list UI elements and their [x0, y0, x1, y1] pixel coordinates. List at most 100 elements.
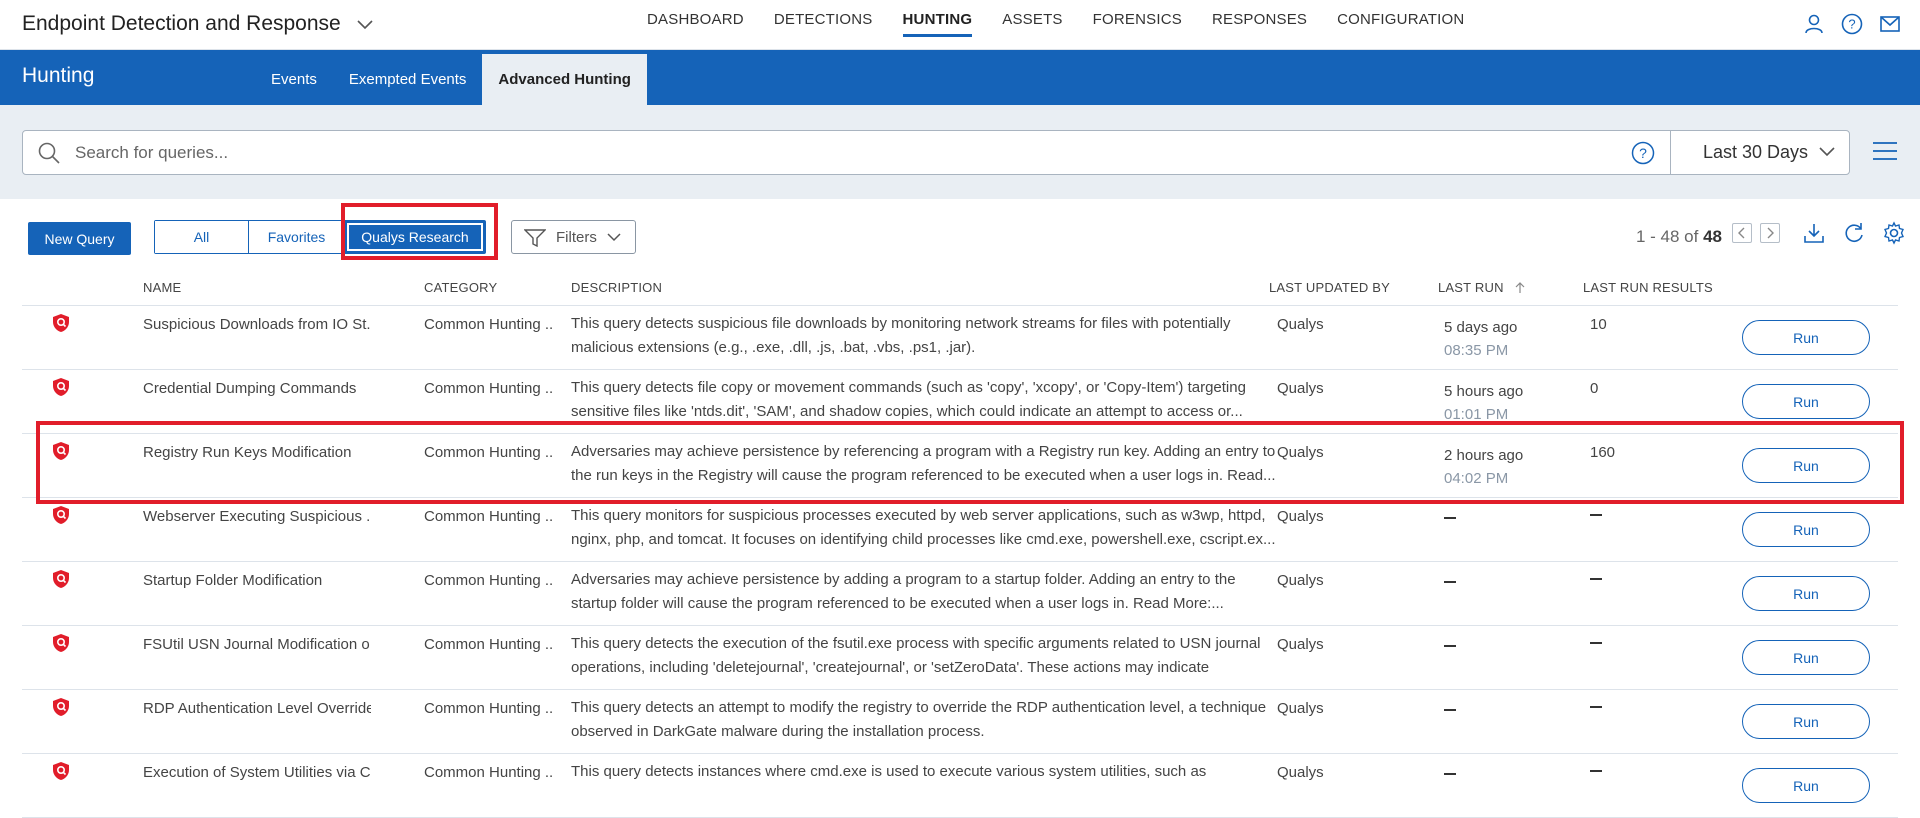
top-bar: Endpoint Detection and Response DASHBOAR…: [0, 0, 1920, 50]
segment-qualys-research[interactable]: Qualys Research: [345, 221, 485, 253]
col-last-run[interactable]: LAST RUN: [1438, 280, 1525, 295]
col-category[interactable]: CATEGORY: [424, 280, 497, 295]
query-name[interactable]: Credential Dumping Commands: [143, 380, 371, 397]
query-updated-by: Qualys: [1277, 508, 1324, 525]
table-row[interactable]: Suspicious Downloads from IO St... Commo…: [22, 306, 1898, 370]
segment-all[interactable]: All: [155, 221, 249, 253]
run-button[interactable]: Run: [1742, 640, 1870, 675]
query-last-run: [1444, 508, 1456, 531]
query-name[interactable]: Webserver Executing Suspicious ...: [143, 508, 371, 525]
query-updated-by: Qualys: [1277, 700, 1324, 717]
menu-icon[interactable]: [1872, 141, 1898, 166]
app-switcher[interactable]: Endpoint Detection and Response: [22, 12, 373, 36]
run-button[interactable]: Run: [1742, 704, 1870, 739]
tab-events[interactable]: Events: [255, 54, 333, 105]
search-icon: [37, 141, 61, 170]
mail-icon[interactable]: [1878, 12, 1902, 36]
query-category: Common Hunting ...: [424, 508, 554, 525]
filters-label: Filters: [556, 228, 597, 246]
help-icon[interactable]: ?: [1840, 12, 1864, 36]
query-category: Common Hunting ...: [424, 764, 554, 781]
query-category: Common Hunting ...: [424, 636, 554, 653]
query-name[interactable]: FSUtil USN Journal Modification o...: [143, 636, 371, 653]
table-row[interactable]: FSUtil USN Journal Modification o... Com…: [22, 626, 1898, 690]
table-row[interactable]: Startup Folder Modification Common Hunti…: [22, 562, 1898, 626]
empty-dash: [1444, 581, 1456, 584]
empty-dash: [1444, 517, 1456, 520]
next-page-icon[interactable]: [1760, 223, 1780, 243]
query-name[interactable]: Execution of System Utilities via C...: [143, 764, 371, 781]
query-name[interactable]: Registry Run Keys Modification: [143, 444, 371, 461]
query-name[interactable]: Startup Folder Modification: [143, 572, 371, 589]
query-last-run: [1444, 572, 1456, 595]
query-description: This query detects suspicious file downl…: [571, 315, 1231, 356]
user-icon[interactable]: [1802, 12, 1826, 36]
col-last-updated-by[interactable]: LAST UPDATED BY: [1269, 280, 1390, 295]
query-table: NAME CATEGORY DESCRIPTION LAST UPDATED B…: [0, 274, 1920, 818]
query-last-run: 5 hours ago 01:01 PM: [1444, 380, 1523, 426]
nav-responses[interactable]: RESPONSES: [1197, 0, 1322, 50]
nav-detections[interactable]: DETECTIONS: [759, 0, 888, 50]
query-description: This query detects file copy or movement…: [571, 379, 1246, 420]
chevron-down-icon: [351, 12, 373, 36]
run-button[interactable]: Run: [1742, 768, 1870, 803]
search-input[interactable]: [75, 131, 1635, 174]
segment-favorites[interactable]: Favorites: [249, 221, 345, 253]
query-last-run-results: [1590, 572, 1602, 589]
prev-page-icon[interactable]: [1732, 223, 1752, 243]
last-run-results: 160: [1590, 444, 1616, 461]
nav-dashboard[interactable]: DASHBOARD: [632, 0, 759, 50]
run-button[interactable]: Run: [1742, 448, 1870, 483]
run-button[interactable]: Run: [1742, 384, 1870, 419]
query-source-segment: All Favorites Qualys Research: [154, 220, 486, 254]
query-last-run-results: 10: [1590, 316, 1607, 333]
toolbar: New Query All Favorites Qualys Research …: [0, 199, 1920, 274]
query-last-run: [1444, 764, 1456, 787]
query-category: Common Hunting ...: [424, 444, 554, 461]
nav-hunting[interactable]: HUNTING: [888, 0, 988, 50]
pager-count: 1 - 48 of 48: [1636, 227, 1722, 247]
table-row[interactable]: RDP Authentication Level Override Common…: [22, 690, 1898, 754]
empty-dash: [1444, 709, 1456, 712]
last-run-time: 04:02 PM: [1444, 470, 1509, 487]
date-range-select[interactable]: Last 30 Days: [1671, 131, 1851, 174]
run-button[interactable]: Run: [1742, 512, 1870, 547]
query-last-run-results: 0: [1590, 380, 1598, 397]
query-last-run-results: [1590, 508, 1602, 525]
col-last-run-label: LAST RUN: [1438, 280, 1504, 295]
table-row[interactable]: Webserver Executing Suspicious ... Commo…: [22, 498, 1898, 562]
empty-dash: [1590, 642, 1602, 645]
query-name[interactable]: Suspicious Downloads from IO St...: [143, 316, 371, 333]
tab-advanced-hunting[interactable]: Advanced Hunting: [482, 54, 647, 105]
shield-icon: [52, 569, 70, 593]
shield-icon: [52, 697, 70, 721]
last-run-results: 10: [1590, 316, 1607, 333]
date-range-label: Last 30 Days: [1703, 142, 1809, 162]
nav-configuration[interactable]: CONFIGURATION: [1322, 0, 1479, 50]
nav-assets[interactable]: ASSETS: [987, 0, 1077, 50]
query-last-run-results: [1590, 700, 1602, 717]
shield-icon: [52, 313, 70, 337]
table-row[interactable]: Execution of System Utilities via C... C…: [22, 754, 1898, 818]
download-icon[interactable]: [1802, 221, 1826, 245]
table-row[interactable]: Registry Run Keys Modification Common Hu…: [22, 434, 1898, 498]
tab-exempted-events[interactable]: Exempted Events: [333, 54, 483, 105]
nav-forensics[interactable]: FORENSICS: [1078, 0, 1197, 50]
query-category: Common Hunting ...: [424, 380, 554, 397]
col-last-run-results[interactable]: LAST RUN RESULTS: [1583, 280, 1713, 295]
table-header: NAME CATEGORY DESCRIPTION LAST UPDATED B…: [22, 274, 1898, 306]
refresh-icon[interactable]: [1842, 221, 1866, 245]
table-row[interactable]: Credential Dumping Commands Common Hunti…: [22, 370, 1898, 434]
query-updated-by: Qualys: [1277, 636, 1324, 653]
run-button[interactable]: Run: [1742, 320, 1870, 355]
search-help-icon[interactable]: ?: [1631, 141, 1655, 170]
query-name[interactable]: RDP Authentication Level Override: [143, 700, 371, 717]
col-description[interactable]: DESCRIPTION: [571, 280, 662, 295]
col-name[interactable]: NAME: [143, 280, 181, 295]
settings-gear-icon[interactable]: [1882, 221, 1906, 245]
filters-button[interactable]: Filters: [511, 220, 636, 254]
empty-dash: [1444, 645, 1456, 648]
run-button[interactable]: Run: [1742, 576, 1870, 611]
filter-icon: [523, 229, 547, 251]
new-query-button[interactable]: New Query: [28, 222, 131, 255]
